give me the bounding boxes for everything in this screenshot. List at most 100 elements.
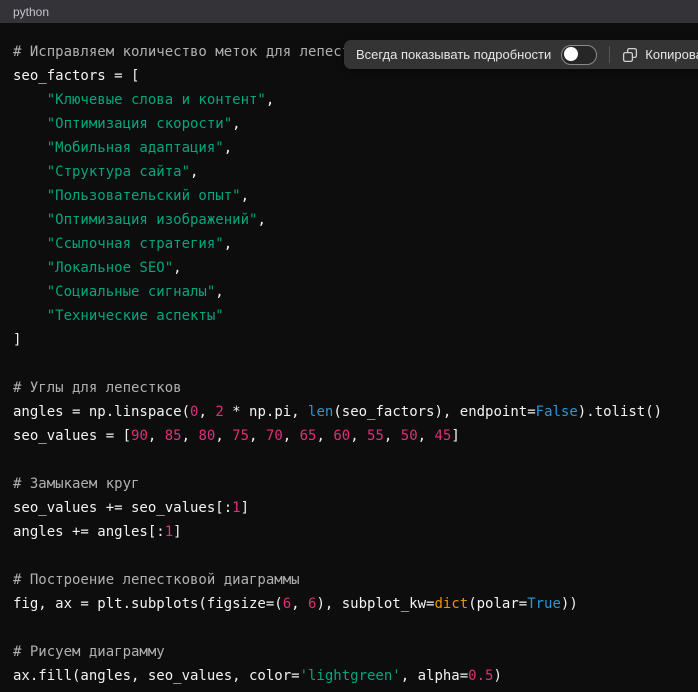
- code-token: [13, 212, 47, 228]
- code-header: python: [0, 0, 698, 23]
- code-token: "Социальные сигналы": [47, 284, 216, 300]
- code-line: "Ссылочная стратегия",: [13, 232, 685, 256]
- code-token: seo_values = [: [13, 428, 131, 444]
- code-line: "Структура сайта",: [13, 160, 685, 184]
- code-token: [13, 236, 47, 252]
- code-line: "Ключевые слова и контент",: [13, 88, 685, 112]
- code-line: # Углы для лепестков: [13, 376, 685, 400]
- code-line: ]: [13, 328, 685, 352]
- code-token: ,: [266, 92, 274, 108]
- code-token: ,: [350, 428, 367, 444]
- code-line: # Рисуем диаграмму: [13, 640, 685, 664]
- code-token: 85: [165, 428, 182, 444]
- code-token: ,: [232, 116, 240, 132]
- code-line: "Технические аспекты": [13, 304, 685, 328]
- code-token: [13, 284, 47, 300]
- code-token: # Построение лепестковой диаграммы: [13, 572, 300, 588]
- code-token: (seo_factors), endpoint=: [333, 404, 535, 420]
- code-token: ]: [451, 428, 459, 444]
- code-token: ,: [198, 404, 215, 420]
- code-token: "Пользовательский опыт": [47, 188, 241, 204]
- code-token: 6: [283, 596, 291, 612]
- code-token: )): [561, 596, 578, 612]
- code-token: 1: [232, 500, 240, 516]
- code-token: [13, 116, 47, 132]
- code-token: 45: [434, 428, 451, 444]
- code-token: ,: [215, 428, 232, 444]
- code-token: "Мобильная адаптация": [47, 140, 224, 156]
- code-line: ax.fill(angles, seo_values, color='light…: [13, 664, 685, 688]
- code-token: [13, 164, 47, 180]
- code-token: [13, 140, 47, 156]
- copy-icon: [622, 47, 638, 63]
- code-token: 90: [131, 428, 148, 444]
- code-token: ,: [316, 428, 333, 444]
- code-token: ,: [224, 236, 232, 252]
- code-token: # Замыкаем круг: [13, 476, 139, 492]
- code-token: "Ссылочная стратегия": [47, 236, 224, 252]
- code-line: angles = np.linspace(0, 2 * np.pi, len(s…: [13, 400, 685, 424]
- code-token: [13, 308, 47, 324]
- code-token: "Ключевые слова и контент": [47, 92, 266, 108]
- code-token: ,: [224, 140, 232, 156]
- code-token: ,: [173, 260, 181, 276]
- code-token: ,: [291, 596, 308, 612]
- code-token: ).tolist(): [578, 404, 662, 420]
- code-token: (polar=: [468, 596, 527, 612]
- code-token: # Исправляем количество меток для лепест…: [13, 44, 375, 60]
- code-line: [13, 352, 685, 376]
- code-token: ,: [215, 284, 223, 300]
- code-token: 0.5: [468, 668, 493, 684]
- code-line: [13, 616, 685, 640]
- code-token: 2: [215, 404, 223, 420]
- code-token: 60: [333, 428, 350, 444]
- code-area: # Исправляем количество меток для лепест…: [0, 23, 698, 692]
- code-token: False: [536, 404, 578, 420]
- code-token: 80: [198, 428, 215, 444]
- code-line: "Оптимизация изображений",: [13, 208, 685, 232]
- code-line: "Локальное SEO",: [13, 256, 685, 280]
- code-token: 'lightgreen': [300, 668, 401, 684]
- always-show-details-toggle[interactable]: [561, 45, 597, 65]
- code-line: angles += angles[:1]: [13, 520, 685, 544]
- toolbar-divider: [609, 46, 610, 63]
- code-token: ), subplot_kw=: [316, 596, 434, 612]
- code-token: seo_values += seo_values[:: [13, 500, 232, 516]
- code-token: "Оптимизация скорости": [47, 116, 232, 132]
- code-token: ,: [257, 212, 265, 228]
- code-token: ax.fill(angles, seo_values, color=: [13, 668, 300, 684]
- code-line: fig, ax = plt.subplots(figsize=(6, 6), s…: [13, 592, 685, 616]
- code-token: ,: [148, 428, 165, 444]
- copy-code-label: Копировать код: [645, 47, 698, 62]
- code-token: 55: [367, 428, 384, 444]
- code-token: 70: [266, 428, 283, 444]
- code-token: "Оптимизация изображений": [47, 212, 258, 228]
- code-token: [13, 188, 47, 204]
- code-token: ,: [249, 428, 266, 444]
- code-token: seo_factors = [: [13, 68, 139, 84]
- code-token: * np.pi,: [224, 404, 308, 420]
- code-token: 65: [300, 428, 317, 444]
- code-token: ]: [13, 332, 21, 348]
- code-line: seo_values += seo_values[:1]: [13, 496, 685, 520]
- code-line: "Социальные сигналы",: [13, 280, 685, 304]
- code-token: ]: [241, 500, 249, 516]
- code-token: angles += angles[:: [13, 524, 165, 540]
- code-token: ): [493, 668, 501, 684]
- code-token: ,: [384, 428, 401, 444]
- code-line: [13, 544, 685, 568]
- code-line: # Построение лепестковой диаграммы: [13, 568, 685, 592]
- code-token: ]: [173, 524, 181, 540]
- code-token: # Углы для лепестков: [13, 380, 182, 396]
- code-token: "Структура сайта": [47, 164, 190, 180]
- toggle-knob-icon: [564, 47, 578, 61]
- language-label: python: [13, 6, 49, 18]
- always-show-details-label: Всегда показывать подробности: [356, 47, 551, 62]
- code-line: "Пользовательский опыт",: [13, 184, 685, 208]
- code-line: # Замыкаем круг: [13, 472, 685, 496]
- code-line: seo_values = [90, 85, 80, 75, 70, 65, 60…: [13, 424, 685, 448]
- code-token: ,: [418, 428, 435, 444]
- copy-code-button[interactable]: Копировать код: [622, 47, 698, 63]
- code-toolbar: Всегда показывать подробности Копировать…: [344, 40, 698, 69]
- code-token: 1: [165, 524, 173, 540]
